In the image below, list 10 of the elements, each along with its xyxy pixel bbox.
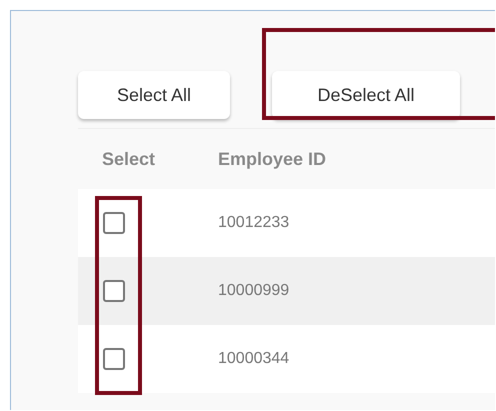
column-header: Select <box>101 148 156 170</box>
checkbox[interactable] <box>103 348 125 370</box>
table-cell-text: 10000344 <box>218 350 290 368</box>
table-cell-text: 10000999 <box>218 282 290 300</box>
checkbox[interactable] <box>103 280 125 302</box>
deselect-all-button[interactable]: DeSelect All <box>272 71 460 119</box>
checkbox[interactable] <box>103 212 125 234</box>
select-all-button[interactable]: Select All <box>78 71 230 119</box>
column-header: Employee ID <box>218 148 328 170</box>
table-cell-text: 10012233 <box>218 214 290 232</box>
